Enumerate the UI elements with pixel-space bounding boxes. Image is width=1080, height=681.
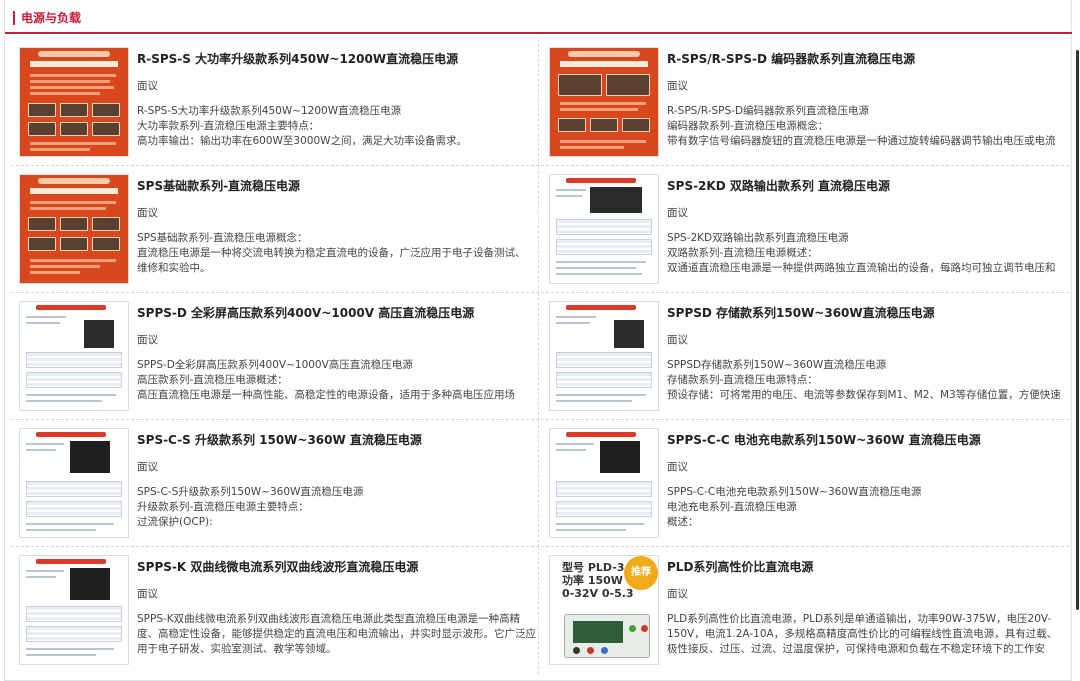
product-title[interactable]: SPPSD 存储款系列150W~360W直流稳压电源 — [667, 305, 1067, 321]
product-price: 面议 — [137, 80, 158, 92]
section-header: 电源与负载 — [5, 0, 1072, 34]
product-description: PLD系列高性价比直流电源，PLD系列是单通道输出，功率90W-375W，电压2… — [667, 613, 1058, 655]
section-title[interactable]: 电源与负载 — [13, 11, 81, 25]
product-thumbnail[interactable] — [19, 47, 129, 157]
product-title[interactable]: R-SPS-S 大功率升级款系列450W~1200W直流稳压电源 — [137, 51, 537, 67]
product-title[interactable]: SPPS-K 双曲线微电流系列双曲线波形直流稳压电源 — [137, 559, 537, 575]
product-price: 面议 — [137, 334, 158, 346]
product-card[interactable]: R-SPS-S 大功率升级款系列450W~1200W直流稳压电源 面议 R-SP… — [11, 39, 539, 166]
product-card[interactable]: SPS-2KD 双路输出款系列 直流稳压电源 面议 SPS-2KD双路输出款系列… — [541, 166, 1069, 293]
product-description: SPPS-C-C电池充电款系列150W~360W直流稳压电源 电池充电系列-直流稳… — [667, 486, 922, 528]
product-thumbnail[interactable] — [19, 555, 129, 665]
product-thumbnail[interactable] — [549, 428, 659, 538]
product-thumbnail[interactable] — [19, 301, 129, 411]
product-card[interactable]: SPPSD 存储款系列150W~360W直流稳压电源 面议 SPPSD存储款系列… — [541, 293, 1069, 420]
thumb-model-text: 型号 PLD-3 — [562, 561, 625, 574]
product-price: 面议 — [667, 588, 688, 600]
product-thumbnail[interactable] — [549, 47, 659, 157]
recommend-badge: 推荐 — [624, 556, 658, 590]
product-description: SPPS-D全彩屏高压款系列400V~1000V高压直流稳压电源 高压款系列-直流… — [137, 359, 515, 401]
product-price: 面议 — [137, 461, 158, 473]
product-price: 面议 — [137, 207, 158, 219]
product-thumbnail[interactable] — [549, 174, 659, 284]
product-card[interactable]: SPPS-C-C 电池充电款系列150W~360W 直流稳压电源 面议 SPPS… — [541, 420, 1069, 547]
product-title[interactable]: SPS基础款系列-直流稳压电源 — [137, 178, 537, 194]
thumb-power-text: 功率 150W — [562, 574, 623, 587]
thumb-range-text: 0-32V 0-5.3 — [562, 587, 634, 600]
product-title[interactable]: SPS-2KD 双路输出款系列 直流稳压电源 — [667, 178, 1067, 194]
product-thumbnail[interactable] — [19, 174, 129, 284]
product-title[interactable]: SPPS-D 全彩屏高压款系列400V~1000V 高压直流稳压电源 — [137, 305, 537, 321]
product-description: SPS-2KD双路输出款系列直流稳压电源 双路款系列-直流稳压电源概述： 双通道直流… — [667, 232, 1056, 274]
product-description: SPPS-K双曲线微电流系列双曲线波形直流稳压电源此类型直流稳压电源是一种高精度… — [137, 613, 536, 655]
product-card[interactable]: SPPS-K 双曲线微电流系列双曲线波形直流稳压电源 面议 SPPS-K双曲线微… — [11, 547, 539, 674]
product-price: 面议 — [667, 461, 688, 473]
product-price: 面议 — [137, 588, 158, 600]
product-description: SPS基础款系列-直流稳压电源概念： 直流稳压电源是一种将交流电转换为稳定直流电的… — [137, 232, 526, 274]
product-description: SPPSD存储款系列150W~360W直流稳压电源 存储款系列-直流稳压电源特点：… — [667, 359, 1061, 401]
product-card[interactable]: SPPS-D 全彩屏高压款系列400V~1000V 高压直流稳压电源 面议 SP… — [11, 293, 539, 420]
scrollbar-thumb[interactable] — [1076, 50, 1079, 610]
product-card[interactable]: SPS-C-S 升级款系列 150W~360W 直流稳压电源 面议 SPS-C-… — [11, 420, 539, 547]
product-price: 面议 — [667, 207, 688, 219]
product-title[interactable]: R-SPS/R-SPS-D 编码器款系列直流稳压电源 — [667, 51, 1067, 67]
product-title[interactable]: SPPS-C-C 电池充电款系列150W~360W 直流稳压电源 — [667, 432, 1067, 448]
product-description: SPS-C-S升级款系列150W~360W直流稳压电源 升级款系列-直流稳压电源主… — [137, 486, 364, 528]
product-thumbnail[interactable] — [549, 301, 659, 411]
product-thumbnail[interactable] — [19, 428, 129, 538]
product-description: R-SPS-S大功率升级款系列450W~1200W直流稳压电源 大功率款系列-直流… — [137, 105, 468, 147]
product-title[interactable]: SPS-C-S 升级款系列 150W~360W 直流稳压电源 — [137, 432, 537, 448]
power-and-load-panel: 电源与负载 R-SPS-S 大功率升级款系列450W~1200W直流稳压电源 面… — [4, 0, 1072, 681]
product-card[interactable]: R-SPS/R-SPS-D 编码器款系列直流稳压电源 面议 R-SPS/R-SP… — [541, 39, 1069, 166]
product-card[interactable]: 型号 PLD-3 功率 150W 0-32V 0-5.3 推荐 PLD系列高性价… — [541, 547, 1069, 674]
product-thumbnail[interactable]: 型号 PLD-3 功率 150W 0-32V 0-5.3 推荐 — [549, 555, 659, 665]
product-price: 面议 — [667, 334, 688, 346]
product-description: R-SPS/R-SPS-D编码器款系列直流稳压电源 编码器款系列-直流稳压电源概念… — [667, 105, 1056, 147]
product-card[interactable]: SPS基础款系列-直流稳压电源 面议 SPS基础款系列-直流稳压电源概念： 直流稳… — [11, 166, 539, 293]
product-price: 面议 — [667, 80, 688, 92]
product-title[interactable]: PLD系列高性价比直流电源 — [667, 559, 1067, 575]
